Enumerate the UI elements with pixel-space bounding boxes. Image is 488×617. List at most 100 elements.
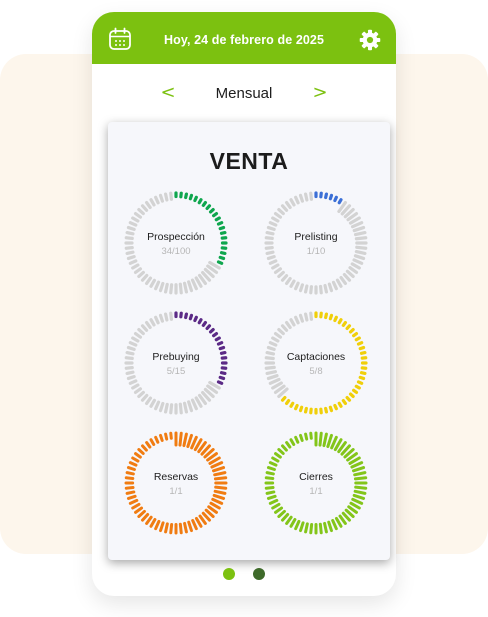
ring-track-tick: [163, 402, 169, 414]
ring-track-tick: [133, 332, 142, 339]
progress-ring: [264, 431, 368, 535]
ring-track-tick: [145, 320, 152, 329]
ring-track-tick: [169, 191, 174, 201]
ring-track-tick: [178, 282, 183, 295]
ring-progress-tick: [358, 375, 366, 381]
ring-progress-tick: [184, 192, 189, 200]
ring-progress-tick: [324, 192, 329, 200]
page-dot-1[interactable]: [223, 568, 235, 580]
ring-track-tick: [126, 225, 136, 232]
ring-cierres[interactable]: Cierres 1/1: [263, 430, 369, 536]
ring-track-tick: [182, 281, 189, 294]
next-period-button[interactable]: >: [308, 80, 332, 108]
ring-track-tick: [273, 332, 282, 339]
ring-progress-tick: [218, 225, 226, 231]
gear-icon[interactable]: [359, 29, 381, 51]
prev-period-button[interactable]: <: [156, 80, 180, 108]
ring-track-tick: [335, 278, 343, 288]
ring-progress-tick: [187, 520, 193, 533]
ring-progress-tick: [274, 506, 284, 514]
ring-progress-tick: [303, 406, 308, 414]
ring-progress-tick: [331, 519, 338, 531]
ring-progress-tick: [333, 195, 338, 203]
ring-progress-tick: [145, 441, 152, 449]
ring-prospeccion[interactable]: Prospección 34/100: [123, 190, 229, 296]
ring-progress-tick: [137, 448, 145, 455]
ring-prebuying[interactable]: Prebuying 5/15: [123, 310, 229, 416]
ring-progress-tick: [126, 466, 136, 471]
progress-ring: [124, 191, 228, 295]
ring-track-tick: [342, 272, 352, 282]
ring-progress-tick: [128, 498, 139, 505]
ring-track-tick: [149, 318, 156, 327]
page-dot-2[interactable]: [253, 568, 265, 580]
ring-progress-tick: [281, 513, 290, 522]
ring-progress-tick: [328, 193, 334, 201]
ring-progress-tick: [285, 441, 292, 449]
period-label[interactable]: Mensual: [182, 80, 306, 108]
ring-progress-tick: [309, 431, 313, 440]
progress-ring: [124, 431, 228, 535]
ring-progress-tick: [154, 435, 160, 444]
ring-track-tick: [158, 193, 165, 203]
ring-progress-tick: [324, 312, 329, 320]
ring-captaciones[interactable]: Captaciones 5/8: [263, 310, 369, 416]
ring-track-tick: [280, 324, 289, 332]
ring-progress-tick: [141, 444, 148, 452]
card-title: VENTA: [209, 148, 289, 174]
ring-progress-tick: [354, 336, 361, 342]
ring-track-tick: [169, 403, 174, 415]
ring-progress-tick: [337, 198, 343, 205]
ring-track-tick: [350, 262, 361, 270]
ring-progress-tick: [299, 521, 305, 533]
ring-track-tick: [158, 281, 165, 293]
ring-progress-tick: [299, 433, 304, 442]
ring-reservas[interactable]: Reservas 1/1: [123, 430, 229, 536]
ring-track-tick: [158, 313, 165, 323]
ring-progress-tick: [358, 345, 366, 351]
ring-track-tick: [187, 280, 194, 293]
ring-progress-tick: [159, 521, 165, 533]
ring-track-tick: [303, 192, 309, 202]
ring-progress-tick: [197, 198, 203, 205]
ring-track-tick: [289, 318, 296, 327]
ring-track-tick: [128, 379, 138, 385]
ring-progress-tick: [197, 318, 203, 325]
ring-prelisting[interactable]: Prelisting 1/10: [263, 190, 369, 296]
ring-progress-tick: [281, 444, 288, 452]
ring-progress-tick: [334, 516, 343, 528]
ring-label: Reservas: [153, 471, 199, 483]
ring-track-tick: [318, 284, 323, 295]
ring-progress-tick: [218, 255, 226, 261]
ring-track-tick: [131, 263, 140, 270]
ring-progress-tick: [212, 332, 219, 338]
ring-progress-tick: [205, 324, 212, 331]
ring-progress-tick: [128, 461, 138, 467]
ring-progress-tick: [289, 518, 297, 528]
ring-progress-tick: [134, 452, 142, 459]
ring-progress-tick: [294, 519, 301, 531]
ring-progress-tick: [285, 515, 293, 525]
ring-track-tick: [280, 204, 289, 212]
ring-progress-tick: [216, 380, 224, 385]
ring-progress-tick: [182, 432, 188, 448]
ring-progress-tick: [324, 406, 329, 414]
ring-track-tick: [154, 280, 161, 291]
ring-progress-tick: [214, 216, 221, 222]
ring-track-tick: [163, 192, 169, 202]
ring-progress-tick: [289, 438, 296, 446]
ring-progress-tick: [149, 518, 157, 528]
ring-track-tick: [131, 383, 140, 390]
ring-progress-tick: [341, 399, 347, 406]
ring-value: 1/1: [309, 486, 323, 497]
calendar-icon[interactable]: [108, 27, 132, 51]
ring-progress-tick: [193, 315, 198, 323]
ring-track-tick: [128, 259, 138, 265]
header-date: Hoy, 24 de febrero de 2025: [163, 33, 325, 47]
ring-track-tick: [145, 396, 153, 406]
ring-progress-tick: [198, 514, 207, 525]
ring-progress-tick: [208, 327, 215, 334]
ring-progress-tick: [337, 318, 343, 325]
ring-progress-tick: [285, 399, 291, 406]
ring-progress-tick: [322, 432, 328, 448]
